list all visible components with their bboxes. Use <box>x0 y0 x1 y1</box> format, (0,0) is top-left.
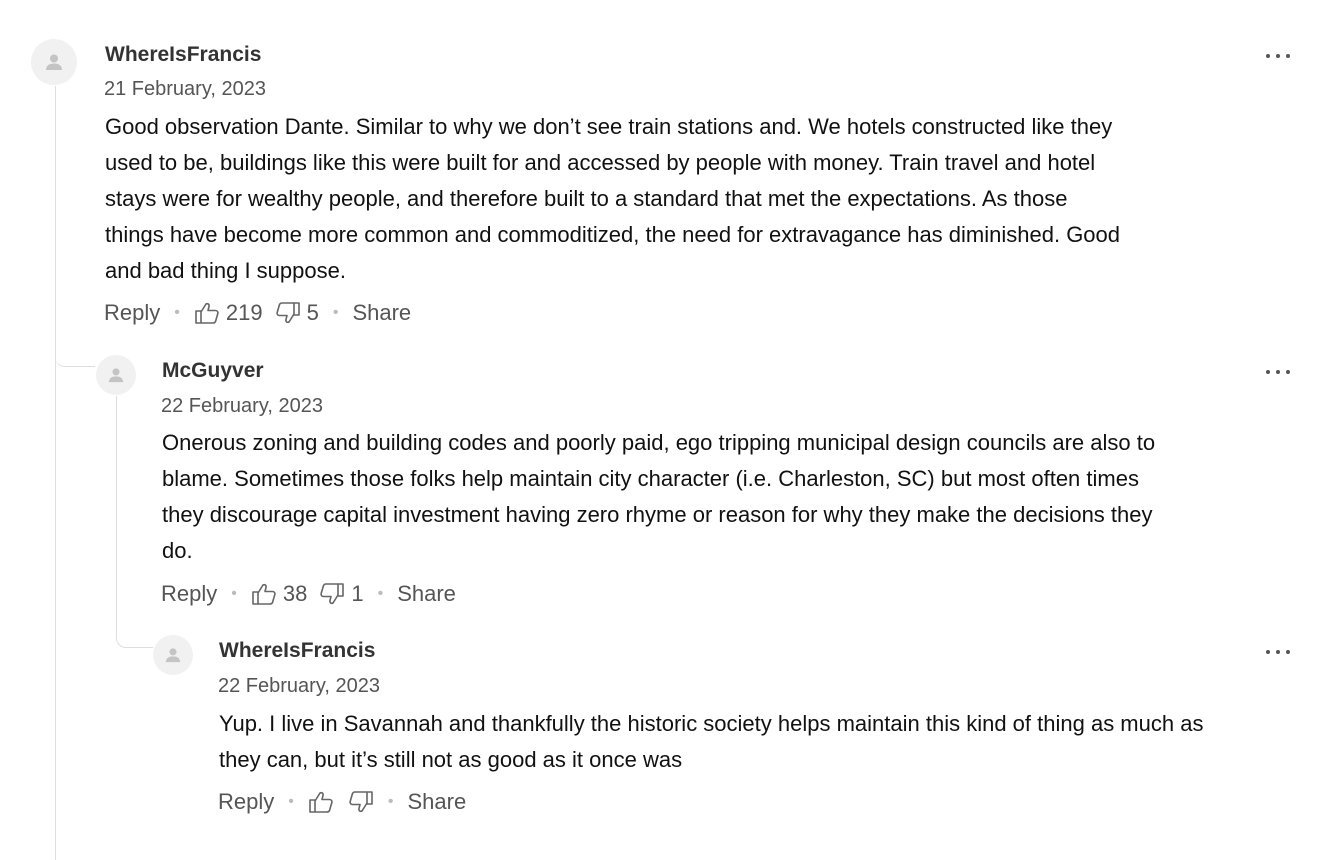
like-count: 38 <box>282 581 308 606</box>
comment-body: Good observation Dante. Similar to why w… <box>105 109 1285 289</box>
comment-date: 22 February, 2023 <box>161 395 323 417</box>
separator-dot: • <box>377 585 384 602</box>
thumbs-down-icon <box>320 583 345 605</box>
dislike-button[interactable]: 1 <box>319 581 364 607</box>
more-horizontal-icon <box>1266 370 1270 374</box>
comment-line: Good observation Dante. Similar to why w… <box>105 114 1113 139</box>
comment-line: blame. Sometimes those folks help mainta… <box>162 466 1139 491</box>
comment-line: and bad thing I suppose. <box>105 258 346 283</box>
comment-body: Yup. I live in Savannah and thankfully t… <box>219 706 1329 778</box>
comment-line: they discourage capital investment havin… <box>162 502 1153 527</box>
thumbs-up-icon <box>252 583 276 605</box>
like-button[interactable]: 219 <box>194 300 263 326</box>
like-button[interactable] <box>308 790 334 814</box>
thread-line-root <box>55 86 56 860</box>
avatar[interactable] <box>153 635 193 675</box>
comment-author[interactable]: McGuyver <box>162 359 264 383</box>
thumbs-up-icon <box>195 302 219 324</box>
separator-dot: • <box>288 793 294 810</box>
comment-actions: Reply • 38 1 • Share <box>161 579 456 609</box>
comment-body: Onerous zoning and building codes and po… <box>162 425 1302 569</box>
avatar[interactable] <box>96 355 136 395</box>
thumbs-down-icon <box>349 791 373 813</box>
share-button[interactable]: Share <box>397 581 456 607</box>
comment-line: Yup. I live in Savannah and thankfully t… <box>219 711 1204 736</box>
comment-line: stays were for wealthy people, and there… <box>105 186 1068 211</box>
thumbs-up-icon <box>309 791 333 813</box>
share-button[interactable]: Share <box>407 789 466 815</box>
more-options-button[interactable] <box>1266 645 1290 659</box>
clipped-previous-text <box>88 0 98 2</box>
comment-line: things have become more common and commo… <box>105 222 1121 247</box>
reply-button[interactable]: Reply <box>218 789 274 815</box>
like-count: 219 <box>225 300 263 325</box>
thread-connector-1 <box>55 300 95 367</box>
avatar[interactable] <box>31 39 77 85</box>
reply-button[interactable]: Reply <box>161 581 217 607</box>
more-horizontal-icon <box>1266 54 1270 58</box>
comment-author[interactable]: WhereIsFrancis <box>105 43 261 67</box>
comment-date: 22 February, 2023 <box>218 675 380 697</box>
comment-date: 21 February, 2023 <box>104 78 266 100</box>
dislike-count: 1 <box>351 581 364 606</box>
more-options-button[interactable] <box>1266 365 1290 379</box>
user-silhouette-icon <box>108 368 124 383</box>
dislike-button[interactable]: 5 <box>275 300 319 326</box>
more-horizontal-icon <box>1266 650 1270 654</box>
user-silhouette-icon <box>46 54 62 70</box>
dislike-count: 5 <box>306 300 319 325</box>
comment-author[interactable]: WhereIsFrancis <box>219 639 375 663</box>
comment-line: Onerous zoning and building codes and po… <box>162 430 1156 455</box>
comment-line: used to be, buildings like this were bui… <box>105 150 1096 175</box>
thumbs-down-icon <box>275 302 300 324</box>
separator-dot: • <box>332 304 339 321</box>
like-button[interactable]: 38 <box>251 581 307 607</box>
separator-dot: • <box>174 304 180 321</box>
dislike-button[interactable] <box>348 790 374 814</box>
more-options-button[interactable] <box>1266 49 1290 63</box>
separator-dot: • <box>387 793 394 810</box>
thread-connector-2 <box>116 580 153 648</box>
comment-line: do. <box>162 538 193 563</box>
comment-actions: Reply • • Share <box>218 787 466 817</box>
reply-button[interactable]: Reply <box>104 300 160 326</box>
comment-actions: Reply • 219 5 • Share <box>104 298 411 328</box>
user-silhouette-icon <box>165 648 181 663</box>
separator-dot: • <box>231 585 237 602</box>
comment-line: they can, but it’s still not as good as … <box>219 747 683 772</box>
share-button[interactable]: Share <box>352 300 411 326</box>
